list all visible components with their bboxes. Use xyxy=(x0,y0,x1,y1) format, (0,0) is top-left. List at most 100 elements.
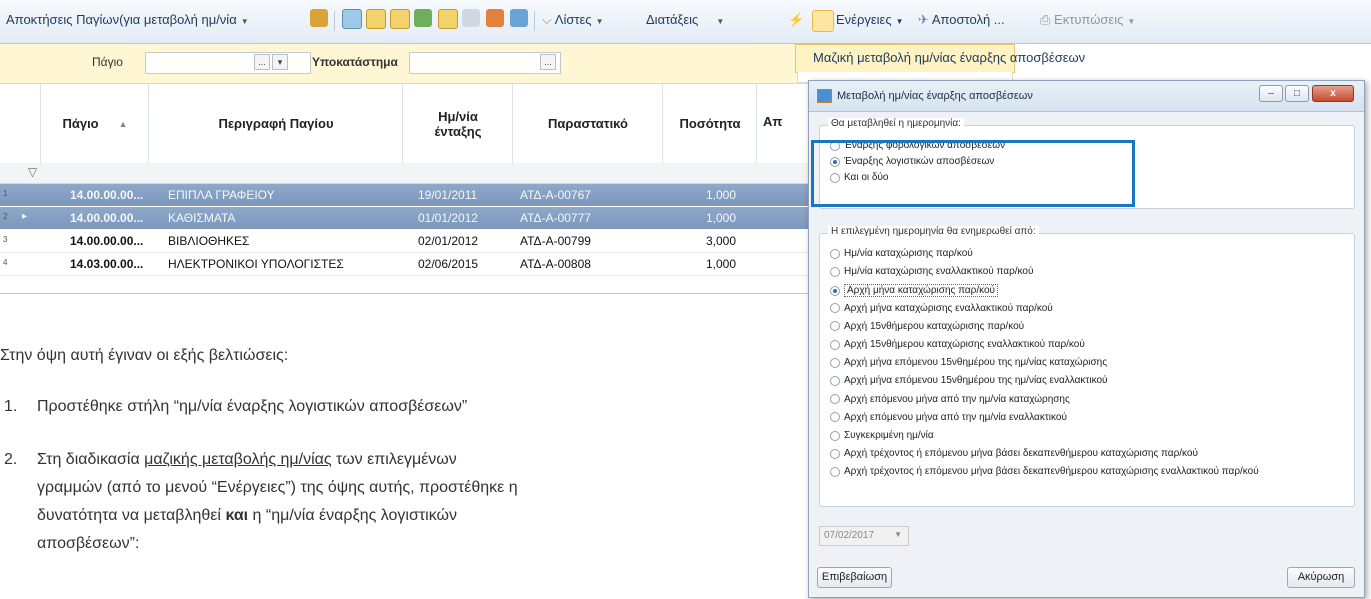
maximize-button[interactable]: □ xyxy=(1285,85,1309,102)
date-value: 07/02/2017 xyxy=(824,530,875,541)
ellipsis-button[interactable]: ... xyxy=(540,54,556,70)
cell-code: 14.00.00.00... xyxy=(70,211,144,225)
radio-option[interactable]: Αρχή μήνα επόμενου 15νθημέρου της ημ/νία… xyxy=(830,357,1107,368)
radio-button[interactable] xyxy=(830,339,840,350)
radio-option[interactable]: Αρχή μήνα επόμενου 15νθημέρου της ημ/νία… xyxy=(830,375,1108,386)
bulk-change-link[interactable]: μαζικής μεταβολής ημ/νίας xyxy=(144,451,331,468)
radio-option[interactable]: Αρχή επόμενου μήνα από την ημ/νία καταχώ… xyxy=(830,394,1070,405)
close-button[interactable]: x xyxy=(1312,85,1354,102)
table-row[interactable]: 1 14.00.00.00... ΕΠΙΠΛΑ ΓΡΑΦΕΙΟΥ 19/01/2… xyxy=(0,184,808,206)
column-header-document[interactable]: Παραστατικό xyxy=(512,84,663,163)
pivot-icon[interactable] xyxy=(414,9,432,27)
radio-button[interactable] xyxy=(830,321,840,332)
radio-option[interactable]: Αρχή μήνα καταχώρισης παρ/κού xyxy=(830,284,999,298)
cell-quantity: 1,000 xyxy=(706,188,737,202)
table-row[interactable]: 2 ▸ 14.00.00.00... ΚΑΘΙΣΜΑΤΑ 01/01/2012 … xyxy=(0,207,808,229)
radio-button[interactable] xyxy=(830,412,840,423)
branch-filter-input[interactable]: ... xyxy=(409,52,561,74)
column-header-description[interactable]: Περιγραφή Παγίου xyxy=(148,84,403,163)
radio-button[interactable] xyxy=(830,394,840,405)
export-icon[interactable] xyxy=(510,9,528,27)
radio-button[interactable] xyxy=(830,430,840,441)
refresh-icon[interactable] xyxy=(486,9,504,27)
date-source-group: Η επιλεγμένη ημερομηνία θα ενημερωθεί απ… xyxy=(819,226,1355,507)
column-header-asset[interactable]: Πάγιο ▲ xyxy=(40,84,149,163)
radio-button[interactable] xyxy=(830,357,840,368)
radio-label: Αρχή μήνα επόμενου 15νθημέρου της ημ/νία… xyxy=(844,357,1108,369)
list-item-2-line3: δυνατότητα να μεταβληθεί και η “ημ/νία έ… xyxy=(37,507,457,525)
radio-button[interactable] xyxy=(830,266,840,277)
cancel-button[interactable]: Ακύρωση xyxy=(1287,567,1355,588)
bulk-change-menu-label: Μαζική μεταβολή ημ/νίας έναρξης αποσβέσε… xyxy=(813,50,1086,65)
cell-description: ΒΙΒΛΙΟΘΗΚΕΣ xyxy=(168,234,250,248)
row-number: 1 xyxy=(3,189,8,198)
cell-document: ΑΤΔ-Α-00808 xyxy=(520,257,591,271)
radio-option[interactable]: Συγκεκριμένη ημ/νία xyxy=(830,430,934,441)
date-picker[interactable]: 07/02/2017 ▼ xyxy=(819,526,909,546)
confirm-button[interactable]: Επιβεβαίωση xyxy=(817,567,892,588)
radio-button[interactable] xyxy=(830,248,840,259)
filter-icon[interactable]: ▽ xyxy=(28,165,37,179)
lists-label: Λίστες xyxy=(554,12,592,27)
ellipsis-button[interactable]: ... xyxy=(254,54,270,70)
column-label: Ημ/νία ένταξης xyxy=(434,108,482,139)
group-label: Η επιλεγμένη ημερομηνία θα ενημερωθεί απ… xyxy=(828,226,1039,237)
radio-option[interactable]: Αρχή 15νθήμερου καταχώρισης παρ/κού xyxy=(830,321,1024,332)
sort-asc-icon: ▲ xyxy=(118,118,128,129)
cell-description: ΚΑΘΙΣΜΑΤΑ xyxy=(168,211,236,225)
table-row[interactable]: 4 14.03.00.00... ΗΛΕΚΤΡΟΝΙΚΟΙ ΥΠΟΛΟΓΙΣΤΕ… xyxy=(0,253,808,276)
radio-option[interactable]: Αρχή μήνα καταχώρισης εναλλακτικού παρ/κ… xyxy=(830,303,1053,314)
dialog-titlebar: Μεταβολή ημ/νίας έναρξης αποσβέσεων – □ … xyxy=(809,81,1364,112)
table-row[interactable]: 3 14.00.00.00... ΒΙΒΛΙΟΘΗΚΕΣ 02/01/2012 … xyxy=(0,230,808,253)
actions-highlight xyxy=(812,10,834,32)
row-number: 3 xyxy=(3,235,8,244)
grid-view-icon[interactable] xyxy=(342,9,362,29)
radio-option[interactable]: Αρχή επόμενου μήνα από την ημ/νία εναλλα… xyxy=(830,412,1067,423)
intro-text: Στην όψη αυτή έγιναν οι εξής βελτιώσεις: xyxy=(0,347,289,364)
orders-menu[interactable]: Διατάξεις ▼ xyxy=(646,12,724,27)
radio-button[interactable] xyxy=(830,285,840,296)
radio-label: Αρχή μήνα επόμενου 15νθημέρου της ημ/νία… xyxy=(844,375,1108,387)
separator xyxy=(534,11,535,31)
column-header-quantity[interactable]: Ποσότητα xyxy=(662,84,757,163)
tools-icon[interactable] xyxy=(310,9,328,27)
actions-menu[interactable]: ⚡ xyxy=(788,12,804,28)
cell-code: 14.03.00.00... xyxy=(70,257,144,271)
app-icon xyxy=(817,89,832,103)
radio-label: Ημ/νία καταχώρισης παρ/κού xyxy=(844,248,973,259)
dropdown-button[interactable]: ▾ xyxy=(272,54,288,70)
chart-view-icon[interactable] xyxy=(390,9,410,29)
column-header-date[interactable]: Ημ/νία ένταξης xyxy=(402,84,513,163)
radio-option[interactable]: Ημ/νία καταχώρισης εναλλακτικού παρ/κού xyxy=(830,266,1033,277)
radio-option[interactable]: Αρχή 15νθήμερου καταχώρισης εναλλακτικού… xyxy=(830,339,1085,350)
send-menu[interactable]: ✈ Αποστολή ... xyxy=(918,12,1005,28)
filter-funnel-icon: ⌵ xyxy=(542,12,552,27)
prints-menu[interactable]: ⎙ Εκτυπώσεις ▼ xyxy=(1040,12,1135,28)
radio-button[interactable] xyxy=(830,375,840,386)
orders-label: Διατάξεις xyxy=(646,12,699,27)
send-label: Αποστολή ... xyxy=(931,12,1005,27)
minimize-button[interactable]: – xyxy=(1259,85,1283,102)
lists-menu[interactable]: ⌵ Λίστες ▼ xyxy=(542,12,603,28)
asset-filter-input[interactable]: ... ▾ xyxy=(145,52,311,74)
auto-filter-row[interactable]: ▽ xyxy=(0,163,808,184)
layout-icon[interactable] xyxy=(438,9,458,29)
radio-option[interactable]: Αρχή τρέχοντος ή επόμενου μήνα βάσει δεκ… xyxy=(830,448,1198,459)
radio-button[interactable] xyxy=(830,466,840,477)
copy-icon[interactable] xyxy=(462,9,480,27)
actions-label: Ενέργειες xyxy=(836,12,892,27)
cell-date: 02/01/2012 xyxy=(418,234,479,248)
radio-option[interactable]: Ημ/νία καταχώρισης παρ/κού xyxy=(830,248,973,259)
toolbar-right: Ενέργειες ▼ ✈ Αποστολή ... ⎙ Εκτυπώσεις ▼ xyxy=(808,0,1371,44)
actions-menu-label[interactable]: Ενέργειες ▼ xyxy=(836,12,904,27)
radio-button[interactable] xyxy=(830,303,840,314)
column-header-depreciation[interactable]: Απ xyxy=(756,84,808,163)
radio-button[interactable] xyxy=(830,448,840,459)
radio-option[interactable]: Αρχή τρέχοντος ή επόμενου μήνα βάσει δεκ… xyxy=(830,466,1259,477)
radio-label: Αρχή 15νθήμερου καταχώρισης εναλλακτικού… xyxy=(844,339,1085,350)
row-indicator-header xyxy=(0,84,40,163)
view-selector[interactable]: Αποκτήσεις Παγίων(για μεταβολή ημ/νία ▼ xyxy=(6,12,249,27)
card-view-icon[interactable] xyxy=(366,9,386,29)
cell-document: ΑΤΔ-Α-00767 xyxy=(520,188,591,202)
cell-date: 02/06/2015 xyxy=(418,257,479,271)
